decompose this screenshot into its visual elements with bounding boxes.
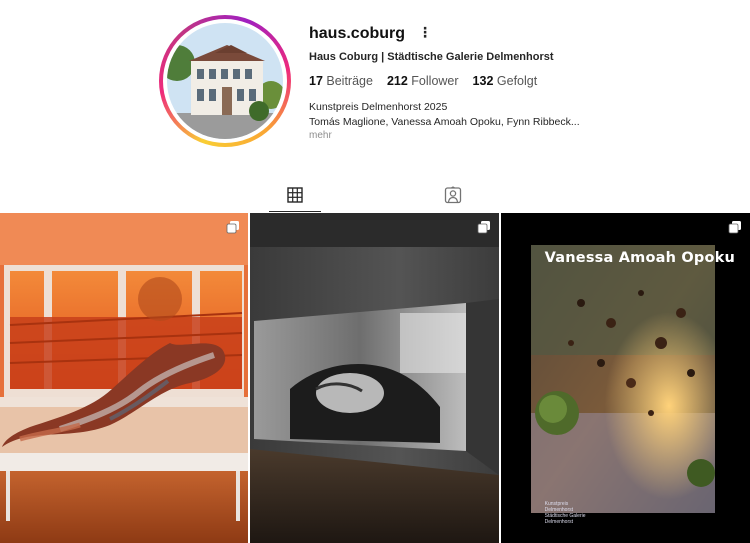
stat-posts: 17 Beiträge: [309, 74, 373, 88]
profile-tabs: [0, 178, 750, 212]
stat-posts-count: 17: [309, 74, 323, 88]
tagged-user-icon: [444, 186, 462, 204]
profile-header: haus.coburg ⋮ Haus Coburg | Städtische G…: [0, 0, 750, 175]
post-3-cover-title: Vanessa Amoah Opoku: [544, 250, 736, 266]
stat-followers[interactable]: 212 Follower: [387, 74, 459, 88]
post-tile-3[interactable]: Vanessa Amoah Opoku Kunstpreis Delmenhor…: [500, 213, 750, 543]
tab-posts-grid[interactable]: [269, 178, 321, 212]
stat-following-label: Gefolgt: [496, 74, 538, 88]
post-image-1: [0, 213, 249, 543]
bio-line-1: Kunstpreis Delmenhorst 2025: [309, 101, 448, 113]
tab-tagged[interactable]: [427, 178, 479, 212]
avatar[interactable]: [159, 15, 291, 147]
bio-line-2: Tomás Maglione, Vanessa Amoah Opoku, Fyn…: [309, 116, 580, 128]
avatar-border: [163, 19, 287, 143]
posts-grid: Vanessa Amoah Opoku Kunstpreis Delmenhor…: [0, 213, 750, 543]
stat-following[interactable]: 132 Gefolgt: [473, 74, 538, 88]
post-image-2: [250, 213, 499, 543]
stat-followers-count: 212: [386, 74, 408, 88]
full-name: Haus Coburg | Städtische Galerie Delmenh…: [309, 51, 554, 63]
carousel-icon: [226, 221, 240, 234]
post-3-cover-footer: Kunstpreis Delmenhorst Städtische Galeri…: [544, 501, 586, 525]
bio-more-link[interactable]: mehr: [309, 130, 332, 141]
grid-icon: [287, 186, 303, 203]
username: haus.coburg: [309, 25, 406, 42]
stat-posts-label: Beiträge: [326, 74, 373, 88]
stat-following-count: 132: [472, 74, 494, 88]
post-tile-1[interactable]: [0, 213, 249, 543]
avatar-image: [167, 23, 283, 139]
more-options-icon[interactable]: ⋮: [418, 24, 432, 41]
stat-followers-label: Follower: [411, 74, 459, 88]
post-tile-2[interactable]: [250, 213, 499, 543]
carousel-icon: [477, 221, 490, 234]
carousel-icon: [728, 221, 741, 234]
profile-stats: 17 Beiträge 212 Follower 132 Gefolgt: [309, 74, 537, 88]
